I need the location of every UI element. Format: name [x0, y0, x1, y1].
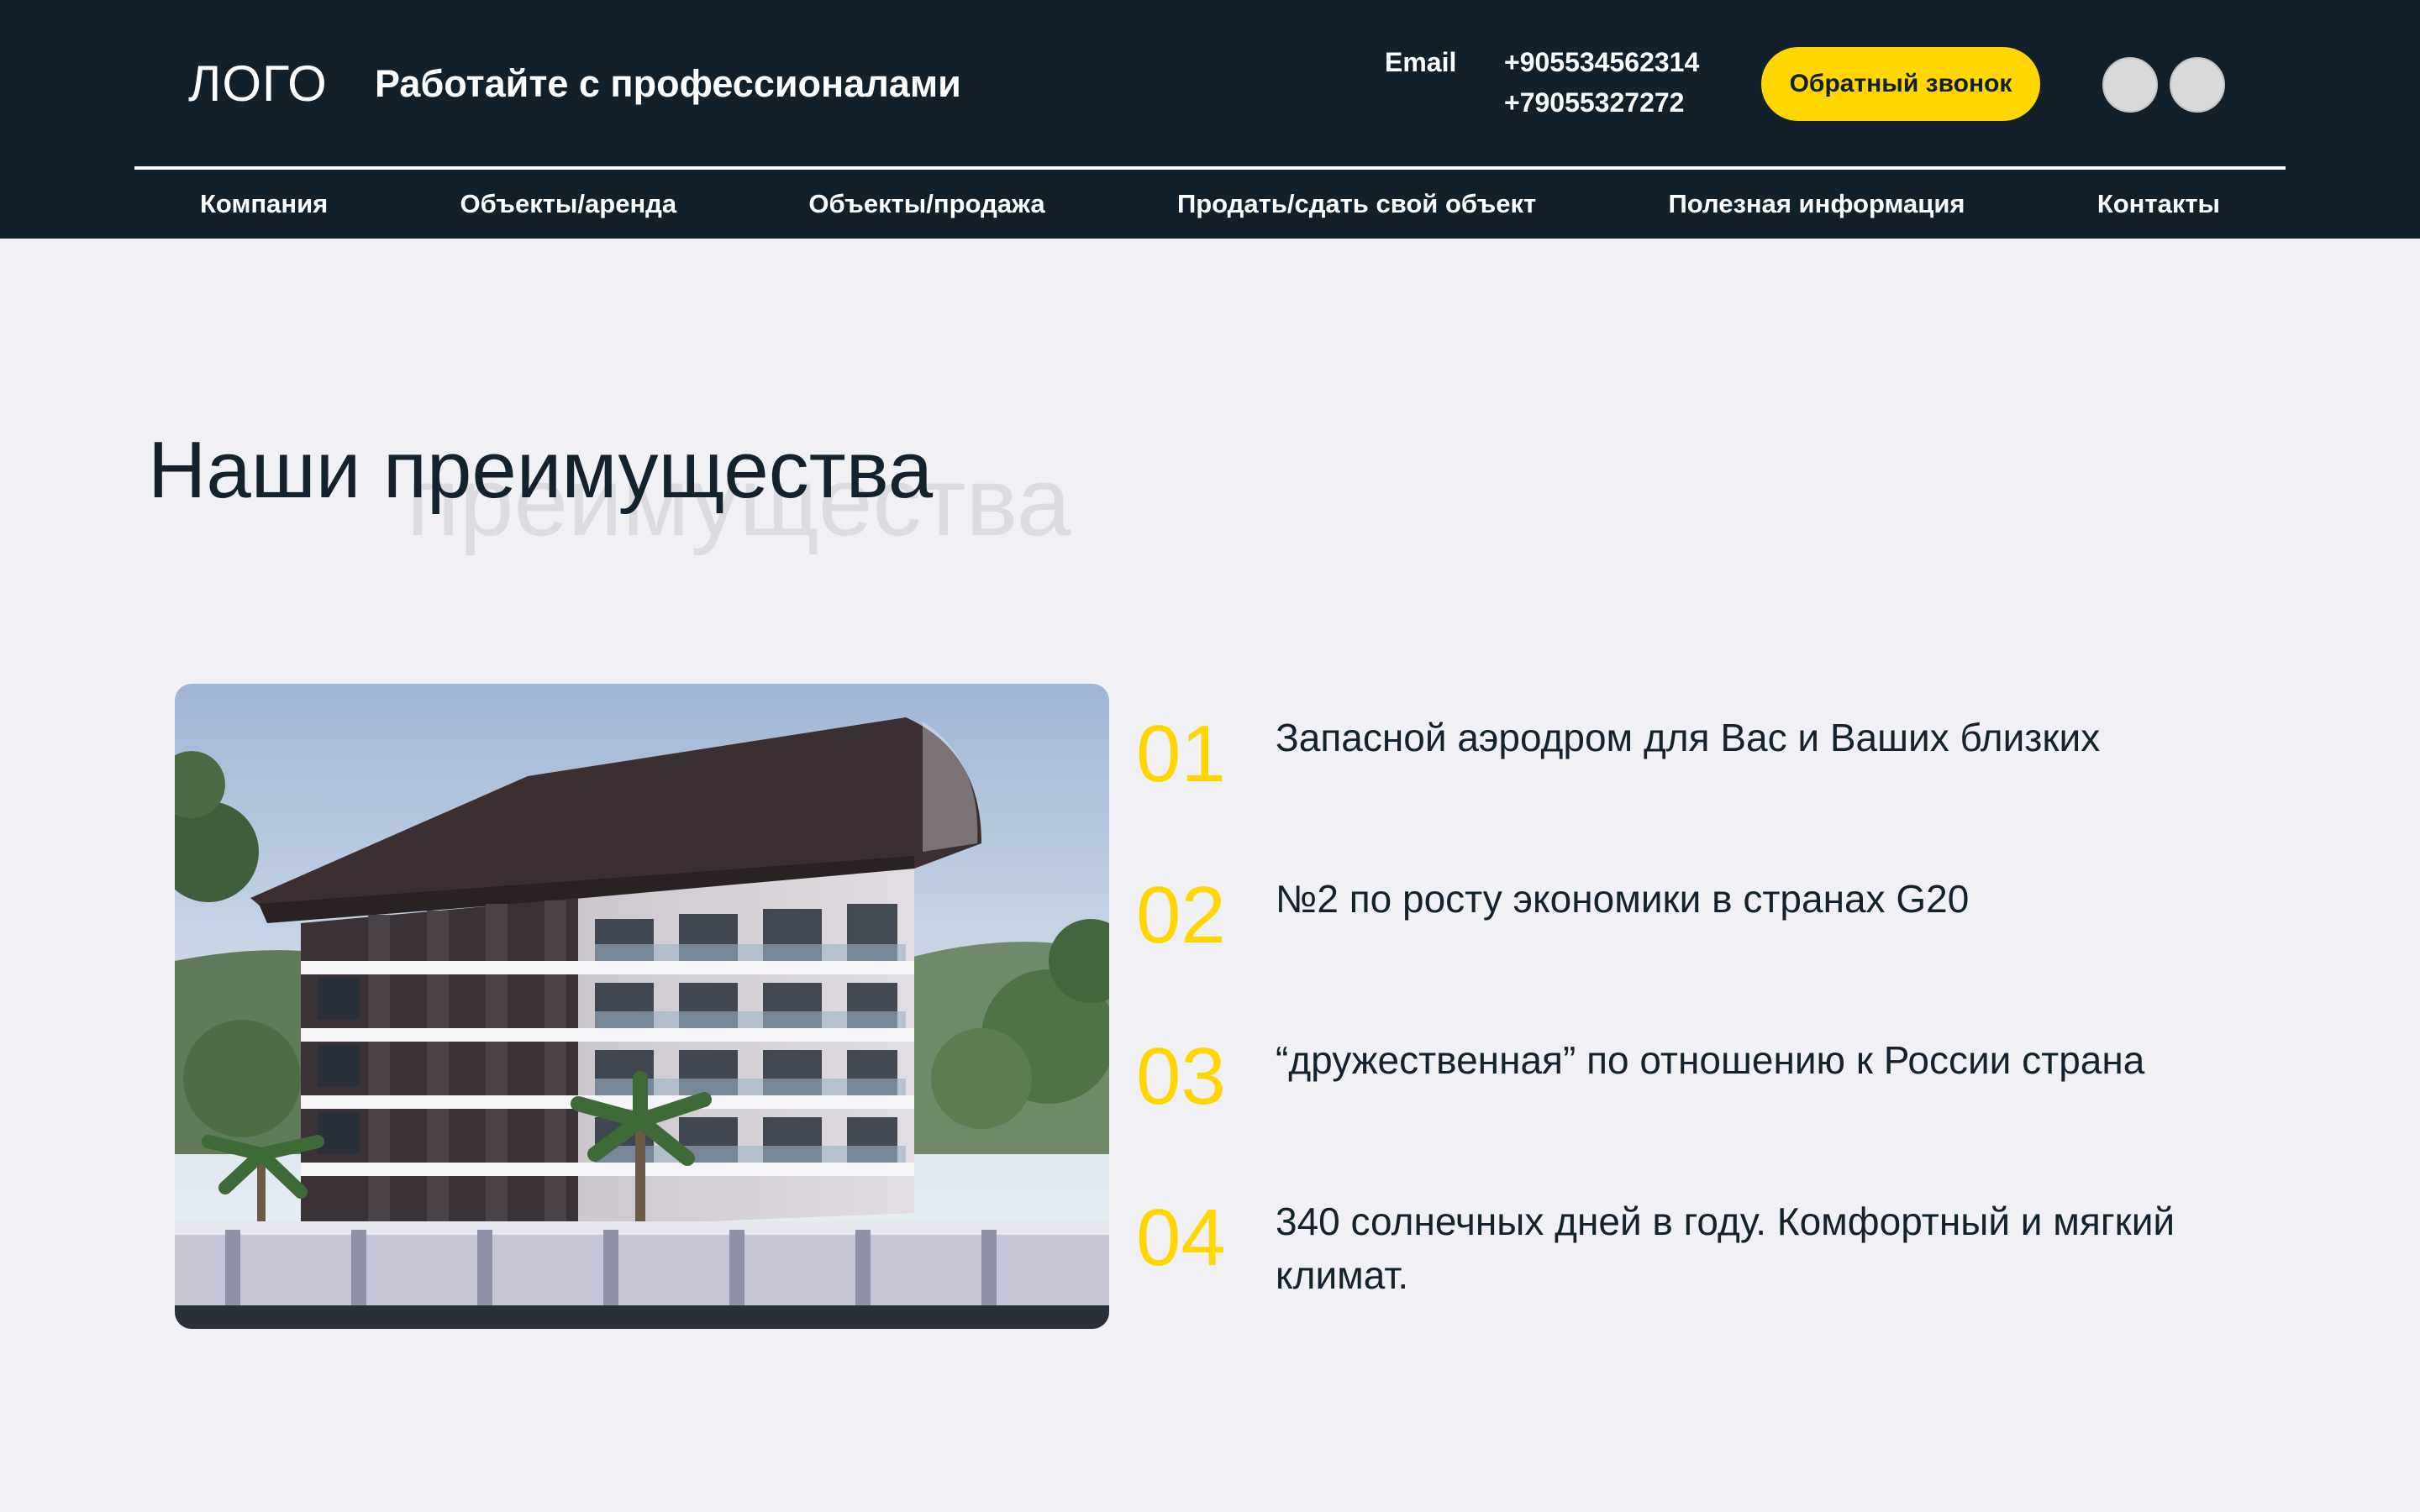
- email-link[interactable]: Email: [1385, 45, 1456, 79]
- site-header: ЛОГО Работайте с профессионалами Email +…: [0, 0, 2420, 239]
- nav-item-rent[interactable]: Объекты/аренда: [460, 189, 677, 219]
- section-title: Наши преимущества: [148, 425, 934, 515]
- advantage-number-2: 02: [1136, 870, 1226, 960]
- phone-link-1[interactable]: +905534562314: [1504, 45, 1699, 79]
- phone-link-2[interactable]: +79055327272: [1504, 86, 1684, 119]
- callback-button[interactable]: Обратный звонок: [1761, 47, 2040, 121]
- advantage-number-3: 03: [1136, 1032, 1226, 1121]
- advantage-number-1: 01: [1136, 709, 1226, 799]
- advantage-text-4: 340 солнечных дней в году. Комфортный и …: [1276, 1200, 2175, 1297]
- social-icon-2[interactable]: [2170, 57, 2225, 113]
- main-nav: Компания Объекты/аренда Объекты/продажа …: [134, 170, 2286, 239]
- advantage-text-3: “дружественная” по отношению к России ст…: [1276, 1038, 2145, 1082]
- tagline: Работайте с профессионалами: [375, 62, 961, 105]
- advantage-text-1: Запасной аэродром для Вас и Ваших близки…: [1276, 716, 2101, 759]
- nav-item-useful-info[interactable]: Полезная информация: [1669, 189, 1965, 219]
- nav-item-sale[interactable]: Объекты/продажа: [808, 189, 1044, 219]
- advantage-text-2: №2 по росту экономики в странах G20: [1276, 877, 1970, 921]
- nav-item-contacts[interactable]: Контакты: [2097, 189, 2220, 219]
- social-icon-1[interactable]: [2102, 57, 2158, 113]
- logo[interactable]: ЛОГО: [188, 50, 328, 118]
- nav-item-sell-your-object[interactable]: Продать/сдать свой объект: [1177, 189, 1536, 219]
- advantage-number-4: 04: [1136, 1193, 1226, 1283]
- nav-item-company[interactable]: Компания: [200, 189, 328, 219]
- building-photo: [175, 684, 1109, 1329]
